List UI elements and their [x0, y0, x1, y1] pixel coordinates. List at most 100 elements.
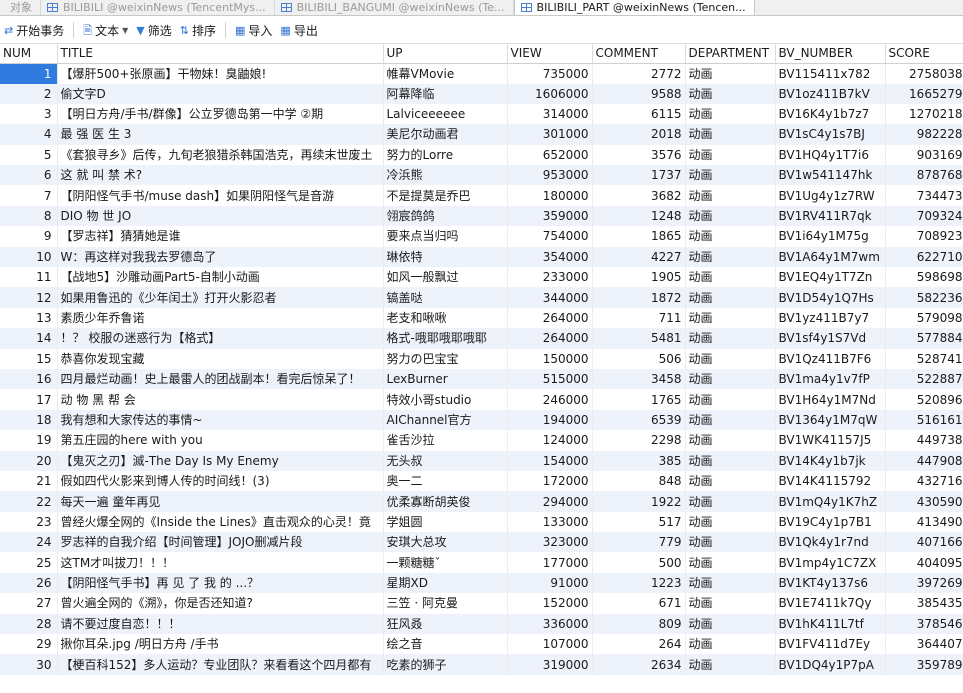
- score-cell[interactable]: 708923: [885, 226, 963, 247]
- bv-number-cell[interactable]: BV1i64y1M75g: [775, 226, 886, 247]
- score-cell[interactable]: 364407: [885, 634, 963, 655]
- row-num-cell[interactable]: 4: [0, 124, 58, 145]
- up-cell[interactable]: 镐盖哒: [383, 287, 508, 308]
- column-header-view[interactable]: VIEW: [507, 44, 593, 64]
- view-cell[interactable]: 194000: [507, 409, 593, 431]
- view-cell[interactable]: 1606000: [507, 83, 593, 104]
- score-cell[interactable]: 982228: [885, 124, 963, 145]
- up-cell[interactable]: 三笠 · 阿克曼: [383, 593, 508, 614]
- comment-cell[interactable]: 5481: [592, 328, 686, 349]
- department-cell[interactable]: 动画: [685, 654, 776, 675]
- column-header-up[interactable]: UP: [383, 44, 508, 64]
- department-cell[interactable]: 动画: [685, 246, 776, 268]
- up-cell[interactable]: 帷幕VMovie: [383, 63, 508, 84]
- title-cell[interactable]: 【明日方舟/手书/群像】公立罗德岛第一中学 ②期: [57, 103, 384, 125]
- department-cell[interactable]: 动画: [685, 287, 776, 308]
- department-cell[interactable]: 动画: [685, 165, 776, 186]
- bv-number-cell[interactable]: BV115411x782: [775, 63, 886, 84]
- bv-number-cell[interactable]: BV16K4y1b7z7: [775, 103, 886, 125]
- bv-number-cell[interactable]: BV1ma4y1v7fP: [775, 368, 886, 390]
- bv-number-cell[interactable]: BV1RV411R7qk: [775, 205, 886, 227]
- department-cell[interactable]: 动画: [685, 205, 776, 227]
- table-row[interactable]: 1 【爆肝500+张原画】干物妹！臭鼬娘! 帷幕VMovie 735000 2772 动画…: [0, 63, 963, 84]
- row-num-cell[interactable]: 13: [0, 307, 58, 329]
- row-num-cell[interactable]: 21: [0, 470, 58, 492]
- title-cell[interactable]: 素质少年乔鲁诺: [57, 307, 384, 329]
- comment-cell[interactable]: 1905: [592, 267, 686, 288]
- row-num-cell[interactable]: 25: [0, 552, 58, 573]
- up-cell[interactable]: 奥一二: [383, 470, 508, 492]
- bv-number-cell[interactable]: BV1E7411k7Qy: [775, 593, 886, 614]
- score-cell[interactable]: 522887: [885, 368, 963, 390]
- up-cell[interactable]: 优柔寡断胡英俊: [383, 491, 508, 512]
- view-cell[interactable]: 735000: [507, 63, 593, 84]
- score-cell[interactable]: 2758038: [885, 63, 963, 84]
- table-row[interactable]: 30 【梗百科152】多人运动？专业团队？来看看这个四月都有 吃素的狮子 319000…: [0, 654, 963, 675]
- bv-number-cell[interactable]: BV1hK411L7tf: [775, 613, 886, 635]
- up-cell[interactable]: 格式-哦耶哦耶哦耶: [383, 328, 508, 349]
- department-cell[interactable]: 动画: [685, 491, 776, 512]
- bv-number-cell[interactable]: BV1mp4y1C7ZX: [775, 552, 886, 573]
- title-cell[interactable]: 请不要过度自恋！！！: [57, 613, 384, 635]
- view-cell[interactable]: 319000: [507, 654, 593, 675]
- row-num-cell[interactable]: 19: [0, 430, 58, 451]
- comment-cell[interactable]: 385: [592, 450, 686, 471]
- up-cell[interactable]: 星期XD: [383, 572, 508, 594]
- table-row[interactable]: 4最 强 医 生 3 美尼尔动画君 301000 2018 动画 BV1sC4y1s7BJ…: [0, 124, 963, 145]
- score-cell[interactable]: 385435: [885, 593, 963, 614]
- row-num-cell[interactable]: 29: [0, 634, 58, 655]
- table-row[interactable]: 19 第五庄园的here with you 雀舌沙拉 124000 2298 动画 BV1W…: [0, 430, 963, 451]
- bv-number-cell[interactable]: BV1yz411B7y7: [775, 307, 886, 329]
- sort-button[interactable]: ⇅ 排序: [176, 19, 220, 41]
- title-cell[interactable]: 最 强 医 生 3: [57, 124, 384, 145]
- column-header-num[interactable]: NUM: [0, 44, 58, 64]
- table-row[interactable]: 26 【阴阳怪气手书】再 见 了 我 的 ...？ 星期XD 91000 1223 动画 B…: [0, 572, 963, 594]
- text-view-button[interactable]: 🗎 文本 ▼: [79, 19, 132, 41]
- title-cell[interactable]: 如果用鲁迅的《少年闰土》打开火影忍者: [57, 287, 384, 308]
- comment-cell[interactable]: 2634: [592, 654, 686, 675]
- bv-number-cell[interactable]: BV19C4y1p7B1: [775, 511, 886, 533]
- bv-number-cell[interactable]: BV1Qz411B7F6: [775, 348, 886, 369]
- comment-cell[interactable]: 1737: [592, 165, 686, 186]
- view-cell[interactable]: 246000: [507, 389, 593, 410]
- table-row[interactable]: 28 请不要过度自恋！！！ 狂风叒 336000 809 动画 BV1hK411L7tf 37…: [0, 613, 963, 635]
- view-cell[interactable]: 233000: [507, 267, 593, 288]
- table-row[interactable]: 22 每天一遍 童年再见 优柔寡断胡英俊 294000 1922 动画 BV1mQ4y1K7…: [0, 491, 963, 512]
- bv-number-cell[interactable]: BV1sf4y1S7Vd: [775, 328, 886, 349]
- department-cell[interactable]: 动画: [685, 83, 776, 104]
- up-cell[interactable]: 美尼尔动画君: [383, 124, 508, 145]
- score-cell[interactable]: 359789: [885, 654, 963, 675]
- title-cell[interactable]: 这TM才叫拔刀！！！: [57, 552, 384, 573]
- up-cell[interactable]: 绘之音: [383, 634, 508, 655]
- department-cell[interactable]: 动画: [685, 103, 776, 125]
- score-cell[interactable]: 1665279: [885, 83, 963, 104]
- score-cell[interactable]: 447908: [885, 450, 963, 471]
- comment-cell[interactable]: 500: [592, 552, 686, 573]
- bv-number-cell[interactable]: BV1Qk4y1r7nd: [775, 532, 886, 553]
- import-button[interactable]: ▦ 导入: [231, 19, 276, 41]
- view-cell[interactable]: 264000: [507, 328, 593, 349]
- up-cell[interactable]: 不是提莫是乔巴: [383, 185, 508, 206]
- comment-cell[interactable]: 1865: [592, 226, 686, 247]
- table-row[interactable]: 24 罗志祥的自我介绍【时间管理】JOJO删减片段 安琪大总攻 323000 779 动画…: [0, 532, 963, 553]
- department-cell[interactable]: 动画: [685, 409, 776, 431]
- score-cell[interactable]: 878768: [885, 165, 963, 186]
- table-row[interactable]: 15 恭喜你发现宝藏 努力の巴宝宝 150000 506 动画 BV1Qz411B7F6 52…: [0, 348, 963, 369]
- up-cell[interactable]: 要来点当归吗: [383, 226, 508, 247]
- score-cell[interactable]: 432716: [885, 470, 963, 492]
- department-cell[interactable]: 动画: [685, 572, 776, 594]
- view-cell[interactable]: 294000: [507, 491, 593, 512]
- view-cell[interactable]: 124000: [507, 430, 593, 451]
- table-row[interactable]: 18 我有想和大家传达的事情~ AIChannel官方 194000 6539 动画 BV1…: [0, 409, 963, 431]
- up-cell[interactable]: 翎宸鸽鸽: [383, 205, 508, 227]
- bv-number-cell[interactable]: BV1HQ4y1T7i6: [775, 144, 886, 166]
- data-grid[interactable]: NUM TITLE UP VIEW COMMENT DEPARTMENT BV_…: [0, 44, 963, 693]
- department-cell[interactable]: 动画: [685, 124, 776, 145]
- score-cell[interactable]: 378546: [885, 613, 963, 635]
- score-cell[interactable]: 709324: [885, 205, 963, 227]
- tab-objects[interactable]: 对象: [0, 0, 41, 15]
- row-num-cell[interactable]: 27: [0, 593, 58, 614]
- table-row[interactable]: 12 如果用鲁迅的《少年闰土》打开火影忍者 镐盖哒 344000 1872 动画 BV1D5…: [0, 287, 963, 308]
- table-row[interactable]: 16 四月最烂动画！史上最雷人的团战副本！看完后惊呆了！ LexBurner 5150…: [0, 368, 963, 390]
- row-num-cell[interactable]: 24: [0, 532, 58, 553]
